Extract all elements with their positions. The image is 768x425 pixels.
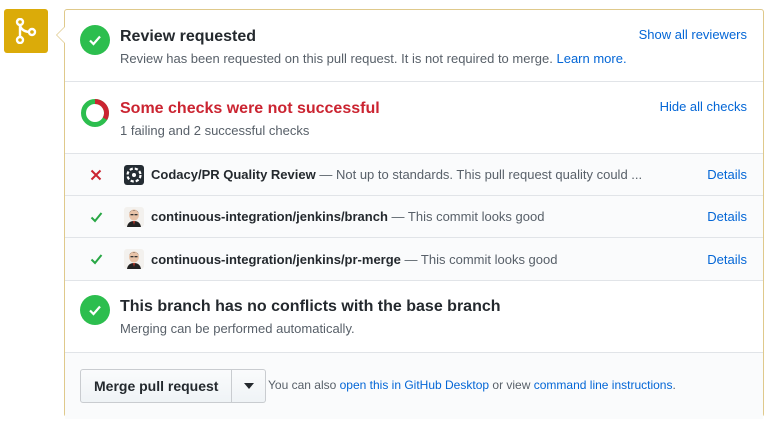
hide-all-checks-link[interactable]: Hide all checks	[660, 99, 747, 114]
success-check-icon	[65, 253, 127, 265]
check-row-text: continuous-integration/jenkins/pr-merge …	[151, 252, 661, 267]
note-suffix: .	[672, 378, 676, 392]
check-details-link[interactable]: Details	[707, 167, 747, 182]
codacy-logo-icon	[124, 164, 144, 185]
show-all-reviewers-link[interactable]: Show all reviewers	[639, 27, 747, 42]
note-middle: or view	[492, 378, 531, 392]
merge-method-dropdown-button[interactable]	[232, 369, 267, 403]
check-row-text: Codacy/PR Quality Review — Not up to sta…	[151, 167, 661, 182]
check-row: Codacy/PR Quality Review — Not up to sta…	[65, 154, 763, 196]
check-description: — This commit looks good	[391, 209, 545, 224]
review-title: Review requested	[120, 28, 257, 45]
check-description: — Not up to standards. This pull request…	[319, 167, 643, 182]
jenkins-avatar-icon	[124, 206, 144, 227]
failure-x-icon	[65, 169, 127, 181]
checks-title: Some checks were not successful	[120, 100, 380, 117]
check-details-link[interactable]: Details	[707, 209, 747, 224]
checks-summary-section: Some checks were not successful 1 failin…	[65, 82, 763, 154]
jenkins-avatar-icon	[124, 249, 144, 269]
review-requested-section: Review requested Review has been request…	[65, 10, 763, 82]
review-subtitle-text: Review has been requested on this pull r…	[120, 51, 553, 66]
note-prefix: You can also	[268, 378, 337, 392]
learn-more-link[interactable]: Learn more.	[556, 51, 626, 66]
merge-status-box: Review requested Review has been request…	[56, 9, 764, 419]
check-row: continuous-integration/jenkins/branch — …	[65, 196, 763, 238]
command-line-instructions-link[interactable]: command line instructions	[534, 378, 673, 392]
checks-list: Codacy/PR Quality Review — Not up to sta…	[65, 154, 763, 281]
merge-status-badge	[4, 9, 48, 53]
success-check-icon	[65, 211, 127, 223]
open-github-desktop-link[interactable]: open this in GitHub Desktop	[340, 378, 489, 392]
merge-actions-section: Merge pull request You can also open thi…	[65, 353, 763, 419]
review-subtitle: Review has been requested on this pull r…	[120, 51, 627, 66]
merge-alternatives-note: You can also open this in GitHub Desktop…	[268, 378, 676, 392]
check-description: — This commit looks good	[404, 251, 558, 267]
branch-subtitle: Merging can be performed automatically.	[120, 321, 355, 336]
check-context: Codacy/PR Quality Review	[151, 167, 316, 182]
check-details-link[interactable]: Details	[707, 252, 747, 267]
merge-pull-request-button[interactable]: Merge pull request	[80, 369, 233, 403]
branch-title: This branch has no conflicts with the ba…	[120, 298, 501, 315]
success-circle-icon	[80, 295, 110, 325]
check-context: continuous-integration/jenkins/pr-merge	[151, 251, 401, 267]
checks-subtitle: 1 failing and 2 successful checks	[120, 123, 310, 138]
checks-status-donut-icon	[81, 99, 109, 127]
check-row: continuous-integration/jenkins/pr-merge …	[65, 238, 763, 280]
check-row-text: continuous-integration/jenkins/branch — …	[151, 209, 661, 224]
check-context: continuous-integration/jenkins/branch	[151, 209, 388, 224]
branch-mergeable-section: This branch has no conflicts with the ba…	[65, 281, 763, 353]
success-circle-icon	[80, 25, 110, 55]
git-merge-icon	[15, 18, 37, 44]
merge-button-group: Merge pull request	[80, 369, 267, 403]
caret-down-icon	[243, 383, 254, 389]
